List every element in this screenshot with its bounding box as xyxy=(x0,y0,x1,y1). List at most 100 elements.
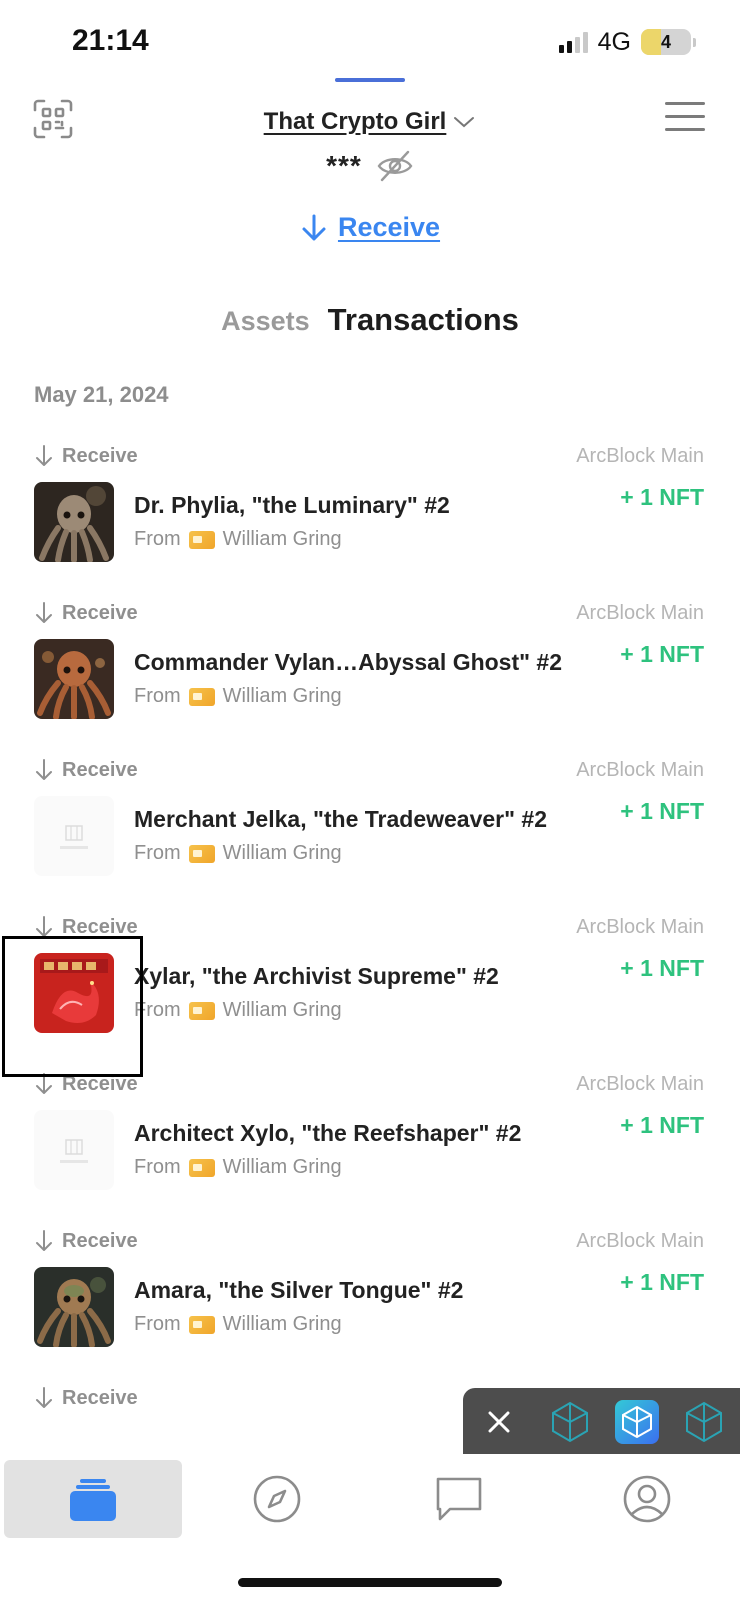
sender-avatar-icon xyxy=(188,1315,215,1334)
from-label: From xyxy=(134,1313,181,1335)
receive-label: Receive xyxy=(337,212,441,242)
nft-title: Architect Xylo, "the Reefshaper" #2 xyxy=(134,1120,522,1146)
nft-thumbnail xyxy=(34,1110,114,1190)
chain-label: ArcBlock Main xyxy=(576,445,704,467)
compass-icon xyxy=(253,1475,301,1523)
battery-fill xyxy=(641,29,661,55)
chain-label: ArcBlock Main xyxy=(576,1073,704,1095)
amount-label: + 1 NFT xyxy=(620,484,704,510)
arrow-down-icon xyxy=(36,759,52,780)
chain-label: ArcBlock Main xyxy=(576,602,704,624)
octopus-copper-icon xyxy=(34,639,114,719)
sender-name: William Gring xyxy=(222,1313,342,1335)
octopus-gold-icon xyxy=(34,482,114,562)
signal-icon xyxy=(558,31,588,53)
profile-icon xyxy=(623,1475,671,1523)
cube-outline-icon xyxy=(686,1401,722,1443)
from-label: From xyxy=(134,528,181,550)
tab-assets[interactable]: Assets xyxy=(221,306,310,337)
nft-thumbnail xyxy=(34,1267,114,1347)
nft-thumbnail xyxy=(34,796,114,876)
transaction-item[interactable]: Receive ArcBlock Main Merchant Jelka, "t… xyxy=(0,754,740,911)
placeholder-icon xyxy=(34,1110,114,1190)
amount-label: + 1 NFT xyxy=(620,641,704,667)
transaction-item[interactable]: Receive ArcBlock Main Commander Vylan…Ab… xyxy=(0,597,740,754)
account-name: That Crypto Girl xyxy=(263,108,447,135)
amount-label: + 1 NFT xyxy=(620,1269,704,1295)
cube-outline-icon xyxy=(552,1401,588,1443)
status-time: 21:14 xyxy=(72,24,149,57)
sender-name: William Gring xyxy=(222,999,342,1021)
chain-label: ArcBlock Main xyxy=(576,1230,704,1252)
sender-name: William Gring xyxy=(222,1156,342,1178)
app-shortcut[interactable] xyxy=(548,1400,592,1444)
sender-avatar-icon xyxy=(188,1001,215,1020)
battery-icon: 4 xyxy=(641,29,696,55)
sender-avatar-icon xyxy=(188,844,215,863)
app-shortcut[interactable] xyxy=(615,1400,659,1444)
transaction-type: Receive xyxy=(62,1229,138,1252)
tab-messages[interactable] xyxy=(370,1460,548,1538)
transaction-item[interactable]: Receive ArcBlock Main Architect Xylo, "t… xyxy=(0,1068,740,1225)
transaction-type: Receive xyxy=(62,601,138,624)
menu-icon xyxy=(665,102,705,105)
transaction-type: Receive xyxy=(62,1386,138,1409)
octopus-green-icon xyxy=(34,1267,114,1347)
arrow-down-icon xyxy=(36,1387,52,1408)
date-header: May 21, 2024 xyxy=(34,382,169,407)
balance-row: *** xyxy=(0,150,740,182)
arrow-down-icon xyxy=(36,1230,52,1251)
chevron-down-icon xyxy=(454,117,475,128)
arrow-down-icon xyxy=(36,445,52,466)
battery-level: 4 xyxy=(660,31,671,52)
account-selector[interactable]: That Crypto Girl xyxy=(264,108,477,136)
floating-app-panel xyxy=(463,1388,740,1456)
transaction-type: Receive xyxy=(62,444,138,467)
home-indicator xyxy=(238,1578,502,1587)
selection-highlight xyxy=(2,936,143,1077)
sender-name: William Gring xyxy=(222,528,342,550)
top-indicator xyxy=(335,78,405,82)
placeholder-icon xyxy=(34,796,114,876)
app-shortcut[interactable] xyxy=(682,1400,726,1444)
chain-label: ArcBlock Main xyxy=(576,916,704,938)
tab-transactions[interactable]: Transactions xyxy=(328,302,519,338)
nft-title: Commander Vylan…Abyssal Ghost" #2 xyxy=(134,649,563,675)
nft-title: Amara, "the Silver Tongue" #2 xyxy=(134,1277,464,1303)
tab-wallet[interactable] xyxy=(4,1460,182,1538)
nft-title: Xylar, "the Archivist Supreme" #2 xyxy=(134,963,499,989)
cube-active-icon xyxy=(622,1405,652,1439)
from-label: From xyxy=(134,685,181,707)
arrow-down-icon xyxy=(36,602,52,623)
close-button[interactable] xyxy=(483,1406,515,1438)
transaction-item[interactable]: Receive ArcBlock Main Amara, "the Silver… xyxy=(0,1225,740,1382)
wallet-icon xyxy=(70,1479,116,1521)
sender-avatar-icon xyxy=(188,1158,215,1177)
network-type: 4G xyxy=(597,27,631,56)
receive-button[interactable]: Receive xyxy=(0,212,740,243)
transaction-type: Receive xyxy=(62,758,138,781)
balance-value: *** xyxy=(326,150,362,181)
close-icon xyxy=(488,1411,510,1433)
sender-avatar-icon xyxy=(188,687,215,706)
menu-button[interactable] xyxy=(665,102,705,134)
from-label: From xyxy=(134,1156,181,1178)
nft-thumbnail xyxy=(34,639,114,719)
status-bar: 21:14 4G 4 xyxy=(0,0,740,80)
tab-profile[interactable] xyxy=(558,1460,736,1538)
sender-name: William Gring xyxy=(222,685,342,707)
nft-title: Dr. Phylia, "the Luminary" #2 xyxy=(134,492,450,518)
eye-off-icon[interactable] xyxy=(376,150,414,182)
chain-label: ArcBlock Main xyxy=(576,759,704,781)
amount-label: + 1 NFT xyxy=(620,1112,704,1138)
amount-label: + 1 NFT xyxy=(620,798,704,824)
chat-icon xyxy=(436,1477,482,1521)
tab-explore[interactable] xyxy=(188,1460,366,1538)
sender-name: William Gring xyxy=(222,842,342,864)
nft-title: Merchant Jelka, "the Tradeweaver" #2 xyxy=(134,806,548,832)
status-indicators: 4G 4 xyxy=(558,26,696,58)
transaction-item[interactable]: Receive ArcBlock Main Dr. Phylia, "the L… xyxy=(0,440,740,597)
from-label: From xyxy=(134,842,181,864)
asset-tabs: Assets Transactions xyxy=(0,302,740,338)
arrow-down-icon xyxy=(302,214,326,240)
